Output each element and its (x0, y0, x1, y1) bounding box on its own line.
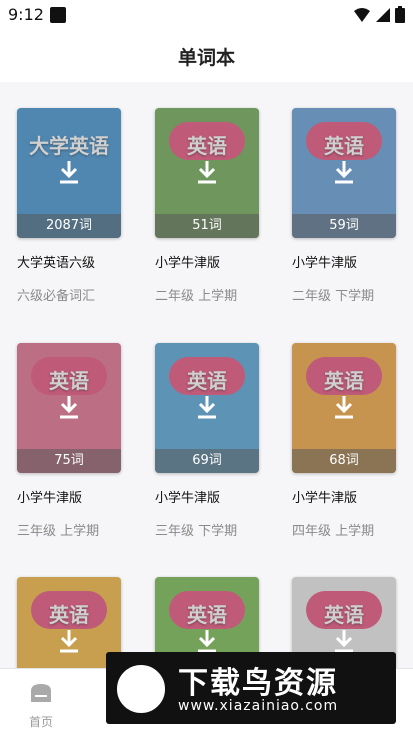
bird-logo-icon (114, 662, 168, 716)
book-cover[interactable]: 英语 75词 (17, 343, 121, 473)
tab-home-label: 首页 (28, 715, 53, 729)
wifi-icon (354, 7, 370, 22)
book-card[interactable]: 英语 75词 小学牛津版 三年级 上学期 (17, 343, 121, 539)
book-subtitle: 二年级 上学期 (155, 289, 238, 304)
book-name: 小学牛津版 (155, 256, 221, 271)
book-card[interactable]: 英语 68词 小学牛津版 四年级 上学期 (292, 343, 396, 539)
book-cover[interactable]: 英语 69词 (155, 343, 259, 473)
download-icon[interactable] (193, 393, 221, 421)
home-icon (31, 684, 51, 702)
book-card[interactable]: 英语 59词 小学牛津版 二年级 下学期 (292, 108, 396, 304)
book-name: 小学牛津版 (155, 491, 221, 506)
download-icon[interactable] (330, 393, 358, 421)
download-icon[interactable] (55, 393, 83, 421)
book-card[interactable]: 大学英语 2087词 大学英语六级 六级必备词汇 (17, 108, 121, 304)
download-icon[interactable] (55, 158, 83, 186)
status-time: 9:12 (8, 5, 44, 24)
watermark-url: www.xiazainiao.com (178, 698, 339, 714)
book-name: 大学英语六级 (17, 256, 96, 271)
download-icon[interactable] (193, 158, 221, 186)
download-icon[interactable] (330, 627, 358, 655)
book-name: 小学牛津版 (17, 491, 83, 506)
signal-icon (376, 7, 390, 22)
book-subtitle: 三年级 下学期 (155, 524, 238, 539)
status-icons (353, 6, 405, 23)
download-icon[interactable] (193, 627, 221, 655)
book-cover[interactable]: 英语 51词 (155, 108, 259, 238)
word-count: 2087词 (17, 214, 121, 238)
book-cover[interactable]: 英语 59词 (292, 108, 396, 238)
book-subtitle: 六级必备词汇 (17, 289, 96, 304)
word-count: 51词 (155, 214, 259, 238)
word-count: 75词 (17, 449, 121, 473)
app-header: 单词本 (0, 30, 413, 82)
status-bar: 9:12 (0, 0, 413, 30)
book-name: 小学牛津版 (292, 256, 358, 271)
watermark-banner: 下载鸟资源 www.xiazainiao.com (106, 652, 396, 724)
notification-icon (50, 7, 66, 23)
word-count: 59词 (292, 214, 396, 238)
book-grid: 大学英语 2087词 大学英语六级 六级必备词汇 英语 51词 小学牛津版 二年… (0, 82, 413, 668)
battery-icon (395, 6, 405, 23)
book-subtitle: 四年级 上学期 (292, 524, 375, 539)
book-cover[interactable]: 大学英语 2087词 (17, 108, 121, 238)
tab-home[interactable]: 首页 (18, 681, 64, 730)
word-count: 68词 (292, 449, 396, 473)
download-icon[interactable] (330, 158, 358, 186)
book-card[interactable]: 英语 69词 小学牛津版 三年级 下学期 (155, 343, 259, 539)
book-cover[interactable]: 英语 68词 (292, 343, 396, 473)
book-name: 小学牛津版 (292, 491, 358, 506)
book-subtitle: 二年级 下学期 (292, 289, 375, 304)
download-icon[interactable] (55, 627, 83, 655)
watermark-brand: 下载鸟资源 (178, 666, 338, 701)
word-count: 69词 (155, 449, 259, 473)
page-title: 单词本 (177, 46, 235, 69)
book-subtitle: 三年级 上学期 (17, 524, 100, 539)
book-card[interactable]: 英语 51词 小学牛津版 二年级 上学期 (155, 108, 259, 304)
